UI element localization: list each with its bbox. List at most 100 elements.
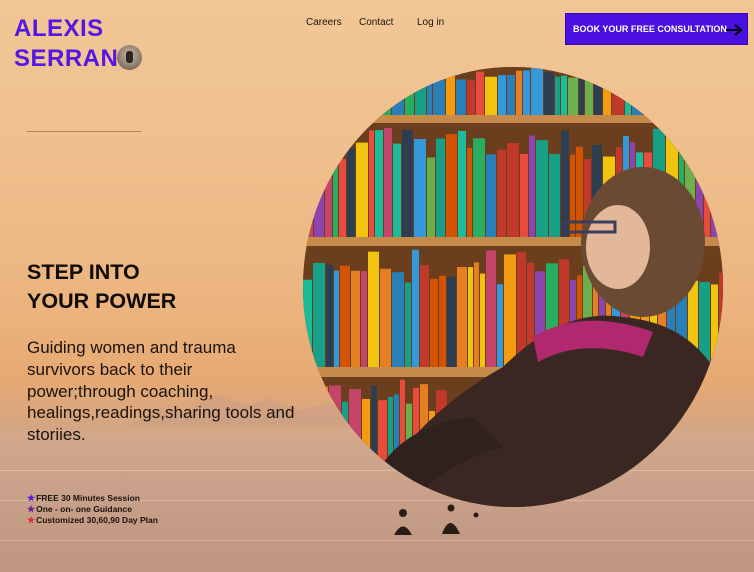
- library-photo: [303, 67, 723, 507]
- book-spine: [433, 74, 445, 115]
- book-spine: [485, 76, 497, 115]
- book-spine: [523, 70, 530, 115]
- nav-login[interactable]: Log in: [417, 17, 444, 28]
- book-spine: [312, 385, 317, 487]
- book-spine: [405, 282, 411, 367]
- feature-text: FREE 30 Minutes Session: [36, 493, 140, 503]
- book-spine: [711, 136, 722, 237]
- book-spine: [480, 273, 485, 367]
- book-spine: [412, 249, 419, 367]
- book-spine: [507, 75, 515, 115]
- book-spine: [402, 129, 413, 237]
- feature-item: ★Customized 30,60,90 Day Plan: [27, 515, 158, 526]
- book-spine: [507, 143, 519, 237]
- book-spine: [380, 268, 391, 367]
- book-spine: [655, 81, 660, 115]
- star-icon: ★: [27, 515, 36, 525]
- book-spine: [374, 75, 380, 115]
- book-spine: [721, 70, 723, 115]
- book-spine: [603, 79, 611, 115]
- book-spine: [458, 130, 466, 237]
- book-spine: [430, 278, 438, 367]
- book-spine: [381, 77, 391, 115]
- book-spine: [414, 139, 426, 237]
- book-spine: [457, 267, 467, 367]
- book-spine: [313, 262, 325, 367]
- book-spine: [456, 79, 466, 115]
- book-spine: [719, 273, 723, 367]
- book-spine: [536, 140, 548, 237]
- book-spine: [369, 130, 374, 237]
- book-spine: [705, 80, 714, 115]
- book-spine: [319, 68, 324, 115]
- book-spine: [476, 71, 484, 115]
- avatar: [117, 45, 142, 70]
- feature-item: ★One - on- one Guidance: [27, 504, 158, 515]
- book-spine: [473, 138, 485, 237]
- book-spine: [643, 78, 654, 115]
- book-spine: [467, 80, 475, 115]
- book-spine: [625, 71, 631, 115]
- book-spine: [486, 250, 496, 367]
- book-spine: [612, 77, 624, 115]
- feature-item: ★FREE 30 Minutes Session: [27, 493, 158, 504]
- book-spine: [392, 74, 404, 115]
- book-spine: [682, 80, 690, 115]
- book-consultation-button[interactable]: BOOK YOUR FREE CONSULTATION: [565, 13, 748, 45]
- book-spine: [497, 149, 506, 237]
- book-spine: [447, 276, 456, 367]
- nav-careers[interactable]: Careers: [306, 17, 342, 28]
- book-spine: [427, 68, 432, 115]
- headline-line-2: YOUR POWER: [27, 289, 177, 313]
- brand-logo[interactable]: ALEXIS SERRAN: [14, 14, 118, 74]
- feature-text: One - on- one Guidance: [36, 504, 132, 514]
- book-spine: [544, 72, 554, 115]
- book-spine: [342, 401, 348, 487]
- book-spine: [520, 153, 528, 237]
- book-spine: [345, 71, 351, 115]
- sea-ripple: [0, 540, 754, 541]
- feature-list: ★FREE 30 Minutes Session ★One - on- one …: [27, 493, 158, 526]
- book-spine: [362, 67, 367, 115]
- book-spine: [334, 270, 339, 367]
- book-spine: [375, 130, 383, 237]
- book-spine: [362, 398, 370, 487]
- book-spine: [405, 76, 414, 115]
- book-spine: [673, 80, 681, 115]
- book-spine: [314, 138, 324, 237]
- book-spine: [318, 386, 328, 487]
- divider: [27, 131, 141, 132]
- book-spine: [516, 70, 522, 115]
- book-spine: [329, 385, 341, 487]
- book-spine: [498, 75, 506, 115]
- book-spine: [436, 138, 445, 237]
- book-spine: [340, 265, 350, 367]
- book-spine: [392, 272, 404, 367]
- book-spine: [691, 77, 697, 115]
- book-spine: [351, 270, 360, 367]
- book-spine: [356, 142, 368, 237]
- book-spine: [568, 77, 578, 115]
- book-spine: [333, 157, 338, 237]
- book-spine: [549, 154, 560, 237]
- book-spine: [393, 143, 401, 237]
- book-spine: [570, 154, 575, 237]
- book-spine: [704, 129, 710, 237]
- book-spine: [361, 271, 367, 367]
- arrow-right-icon: [726, 24, 742, 36]
- hero-subtitle: Guiding women and trauma survivors back …: [27, 338, 295, 445]
- feature-text: Customized 30,60,90 Day Plan: [36, 515, 158, 525]
- book-spine: [715, 74, 720, 115]
- book-spine: [497, 284, 503, 367]
- book-spine: [467, 147, 472, 237]
- book-spine: [698, 79, 704, 115]
- book-spine: [352, 74, 361, 115]
- book-spine: [661, 69, 672, 115]
- star-icon: ★: [27, 504, 36, 514]
- book-spine: [347, 147, 355, 237]
- book-spine: [303, 148, 313, 237]
- nav-contact[interactable]: Contact: [359, 17, 393, 28]
- cta-label: BOOK YOUR FREE CONSULTATION: [573, 24, 727, 34]
- book-spine: [446, 134, 457, 237]
- book-spine: [339, 159, 346, 237]
